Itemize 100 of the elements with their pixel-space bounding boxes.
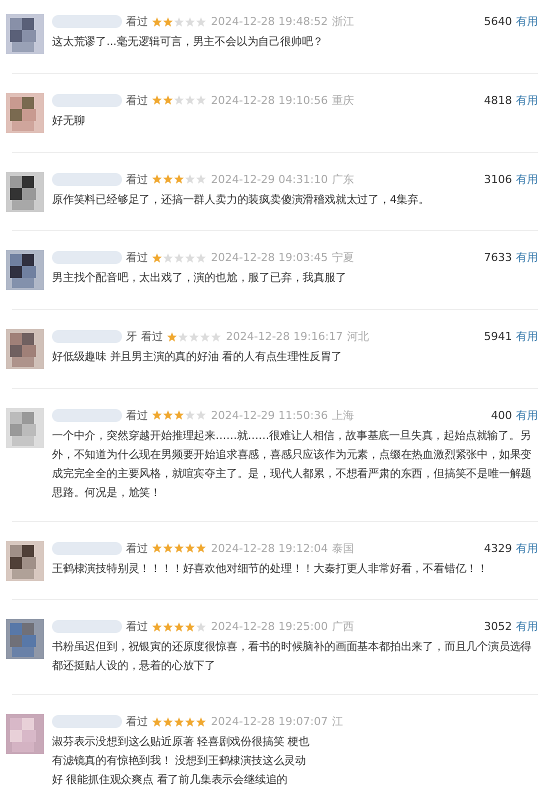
star-icon: [196, 95, 206, 106]
name-blur: [52, 251, 122, 264]
vote-count: 3052: [484, 620, 512, 634]
watch-status: 看过: [126, 714, 148, 729]
star-icon: [174, 252, 184, 263]
comment-text: 原作笑料已经够足了，还搞一群人卖力的装疯卖傻演滑稽戏就太过了，4集弃。: [52, 192, 430, 208]
useful-link[interactable]: 有用: [516, 619, 538, 634]
watch-status: 看过: [126, 250, 148, 266]
vote-count: 400: [491, 408, 512, 422]
comment-text: 好低级趣味 并且男主演的真的好油 看的人有点生理性反胃了: [52, 349, 344, 365]
star-icon: [196, 410, 206, 420]
name-blur: [52, 408, 122, 422]
comment-time: 2024-12-28 19:03:45: [211, 251, 328, 264]
name-blur: [52, 620, 122, 634]
comment-text: 一个中介，突然穿越开始推理起来……就……很难让人相信，故事基底一旦失真，起始点就输了。另外，不知道为什么现在男频要开始追求喜感，喜感只应该作为元素，点缀在热血激烈紧张中，如果变成完完全全的主要风格，就喧宾夺主了。是，现代人都累，不想看严肃的东西，但搞笑不是唯一解题思路。何况是，尬笑！: [52, 428, 533, 501]
star-icon: [174, 716, 184, 726]
user-name[interactable]: 牙: [126, 329, 137, 344]
comment-time: 2024-12-28 19:48:52: [211, 15, 328, 28]
useful-link[interactable]: 有用: [516, 329, 538, 344]
comment-text: 王鹤棣演技特别灵！！！！好喜欢他对细节的处理！！大秦打更人非常好看，不看错亿！！: [52, 560, 490, 576]
star-icon: [152, 174, 162, 184]
star-icon: [152, 716, 162, 726]
star-icon: [163, 174, 173, 184]
star-icon: [163, 716, 173, 726]
vote-count: 5941: [484, 330, 512, 343]
comment-time: 2024-12-29 04:31:10: [211, 172, 328, 186]
star-icon: [178, 332, 188, 342]
star-icon: [185, 622, 195, 632]
watch-status: 看过: [141, 329, 163, 344]
watch-status: 看过: [126, 172, 148, 186]
watch-status: 看过: [126, 92, 148, 108]
star-icon: [185, 16, 195, 26]
watch-status: 看过: [126, 14, 148, 29]
star-icon: [163, 95, 173, 106]
star-icon: [196, 252, 206, 263]
star-icon: [174, 410, 184, 420]
star-icon: [167, 332, 177, 342]
vote-count: 7633: [484, 251, 512, 264]
star-icon: [163, 252, 173, 263]
comment-time: 2024-12-29 11:50:36: [211, 408, 328, 422]
comment-text: 淑芬表示没想到这么贴近原著 轻喜剧戏份很搞笑 梗也 有滤镜真的有惊艳到我！ 没想到王鹤棣演技这么灵动 好 很能抓住观众爽点 看了前几集表示会继续追的: [52, 734, 310, 788]
comment-time: 2024-12-28 19:07:07: [211, 715, 328, 728]
star-icon: [163, 622, 173, 632]
comment-location: 重庆: [332, 92, 354, 108]
star-icon: [174, 174, 184, 184]
star-icon: [211, 332, 221, 342]
name-blur: [52, 172, 122, 186]
star-icon: [185, 252, 195, 263]
comment-location: 广西: [332, 619, 354, 634]
comment-time: 2024-12-28 19:25:00: [211, 620, 328, 634]
vote-count: 4329: [484, 542, 512, 554]
vote-count: 4818: [484, 94, 512, 107]
useful-link[interactable]: 有用: [516, 540, 538, 556]
star-icon: [196, 716, 206, 726]
star-icon: [196, 543, 206, 553]
star-icon: [196, 174, 206, 184]
comment-time: 2024-12-28 19:12:04: [211, 542, 328, 554]
comment-location: 上海: [332, 408, 354, 423]
watch-status: 看过: [126, 408, 148, 423]
comment-location: 广东: [332, 172, 354, 186]
useful-link[interactable]: 有用: [516, 92, 538, 108]
comment-text: 书粉虽迟但到，祝银寅的还原度很惊喜，看书的时候脑补的画面基本都拍出来了，而且几个演员选得都还挺贴人设的，悬着的心放下了: [52, 639, 533, 674]
star-icon: [196, 16, 206, 26]
comment-text: 男主找个配音吧，太出戏了，演的也尬，服了已弃，我真服了: [52, 270, 348, 286]
comment-location: 宁夏: [332, 250, 354, 266]
watch-status: 看过: [126, 619, 148, 634]
comment-location: 浙江: [332, 14, 354, 29]
star-icon: [152, 543, 162, 553]
star-icon: [152, 622, 162, 632]
star-icon: [174, 95, 184, 106]
star-icon: [174, 16, 184, 26]
useful-link[interactable]: 有用: [516, 14, 538, 29]
useful-link[interactable]: 有用: [516, 408, 538, 423]
useful-link[interactable]: 有用: [516, 172, 538, 186]
name-blur: [52, 542, 122, 554]
watch-status: 看过: [126, 540, 148, 556]
star-icon: [152, 16, 162, 26]
star-icon: [163, 16, 173, 26]
star-icon: [152, 95, 162, 106]
name-blur: [52, 94, 122, 107]
vote-count: 5640: [484, 15, 512, 28]
star-icon: [174, 622, 184, 632]
star-icon: [185, 95, 195, 106]
name-blur: [52, 330, 122, 343]
star-icon: [163, 543, 173, 553]
comment-location: 江: [332, 714, 343, 729]
star-icon: [185, 410, 195, 420]
vote-count: 3106: [484, 172, 512, 186]
star-icon: [152, 252, 162, 263]
comment-time: 2024-12-28 19:16:17: [226, 330, 343, 343]
star-icon: [185, 543, 195, 553]
comment-text: 好无聊: [52, 112, 86, 129]
star-icon: [163, 410, 173, 420]
comment-time: 2024-12-28 19:10:56: [211, 94, 328, 107]
name-blur: [52, 15, 122, 28]
comment-location: 河北: [346, 329, 369, 344]
comment-text: 这太荒谬了...毫无逻辑可言，男主不会以为自己很帅吧？: [52, 34, 325, 50]
star-icon: [196, 622, 206, 632]
useful-link[interactable]: 有用: [516, 250, 538, 266]
star-icon: [174, 543, 184, 553]
